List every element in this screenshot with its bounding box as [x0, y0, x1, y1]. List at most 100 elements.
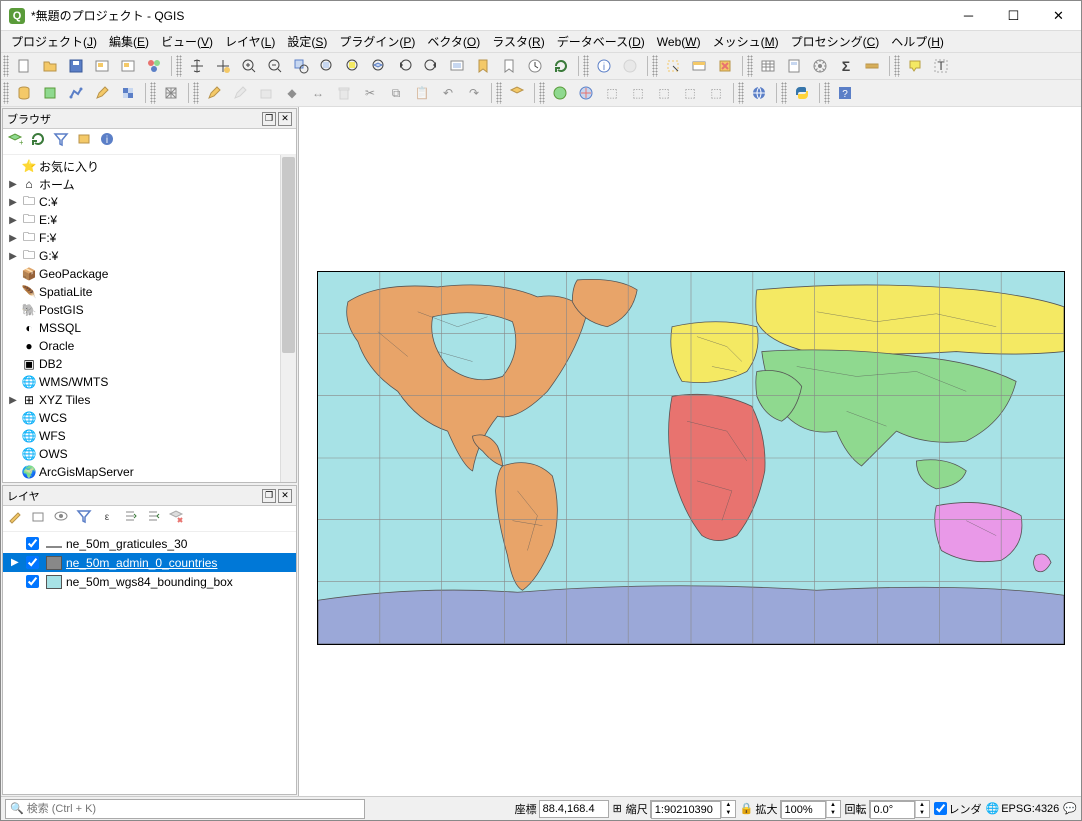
show-bookmarks-button[interactable]	[497, 54, 521, 78]
zoom-last-button[interactable]	[393, 54, 417, 78]
layer-visibility-checkbox[interactable]	[26, 556, 39, 569]
new-print-layout-button[interactable]	[90, 54, 114, 78]
close-button[interactable]: ✕	[1036, 1, 1081, 31]
menu-Web[interactable]: Web(W)	[651, 33, 707, 51]
layer-ne_50m_admin_0_countries[interactable]: ▶ne_50m_admin_0_countries	[3, 553, 296, 572]
toolbar-handle[interactable]	[539, 82, 545, 104]
add-raster-button[interactable]	[116, 81, 140, 105]
crs-button[interactable]: 🌐 EPSG:4326	[986, 802, 1060, 815]
browser-item-SpatiaLite[interactable]: 🪶SpatiaLite	[3, 283, 296, 301]
temporal-button[interactable]	[523, 54, 547, 78]
new-project-button[interactable]	[12, 54, 36, 78]
select-by-value-button[interactable]	[687, 54, 711, 78]
zoom-layer-button[interactable]	[367, 54, 391, 78]
zoom-native-button[interactable]	[289, 54, 313, 78]
move-feature-button[interactable]: ↔	[306, 81, 330, 105]
browser-item-Oracle[interactable]: ●Oracle	[3, 337, 296, 355]
browser-item-XYZ Tiles[interactable]: ▶⊞XYZ Tiles	[3, 391, 296, 409]
data-source-manager-button[interactable]	[12, 81, 36, 105]
expand-icon[interactable]: ▶	[7, 251, 19, 262]
toolbar-handle[interactable]	[824, 82, 830, 104]
save-edits-button[interactable]	[228, 81, 252, 105]
layer-visibility-checkbox[interactable]	[26, 575, 39, 588]
refresh-browser-button[interactable]	[30, 131, 52, 153]
layers-tree[interactable]: ne_50m_graticules_30▶ne_50m_admin_0_coun…	[3, 532, 296, 794]
help-button[interactable]: ?	[833, 81, 857, 105]
extents-icon[interactable]: ⊞	[613, 802, 622, 815]
deselect-all-button[interactable]	[713, 54, 737, 78]
cut-button[interactable]: ✂	[358, 81, 382, 105]
map-canvas[interactable]	[299, 107, 1081, 796]
open-attribute-table-button[interactable]	[756, 54, 780, 78]
zoom-in-button[interactable]	[237, 54, 261, 78]
open-project-button[interactable]	[38, 54, 62, 78]
expand-icon[interactable]: ▶	[7, 215, 19, 226]
browser-item-DB2[interactable]: ▣DB2	[3, 355, 296, 373]
panel-close-button[interactable]: ✕	[278, 112, 292, 126]
expand-icon[interactable]: ▶	[7, 395, 19, 406]
scale-input[interactable]: ▲▼	[650, 800, 736, 818]
properties-widget-button[interactable]: i	[99, 131, 121, 153]
filter-browser-button[interactable]	[53, 131, 75, 153]
menu-レイヤ[interactable]: レイヤ(L)	[219, 31, 281, 52]
toolbar-handle[interactable]	[193, 82, 199, 104]
manage-visibility-button[interactable]	[53, 508, 75, 530]
collapse-all-layers-button[interactable]	[145, 508, 167, 530]
browser-item-G:¥[interactable]: ▶🗀G:¥	[3, 247, 296, 265]
toolbar-handle[interactable]	[150, 82, 156, 104]
statistics-button[interactable]: Σ	[834, 54, 858, 78]
panel-close-button[interactable]: ✕	[278, 489, 292, 503]
tb2-g[interactable]: ⬚	[704, 81, 728, 105]
minimize-button[interactable]: ─	[946, 1, 991, 31]
text-annotation-button[interactable]: T	[929, 54, 953, 78]
browser-item-F:¥[interactable]: ▶🗀F:¥	[3, 229, 296, 247]
menu-データベース[interactable]: データベース(D)	[551, 31, 651, 52]
browser-tree[interactable]: ⭐お気に入り▶⌂ホーム▶🗀C:¥▶🗀E:¥▶🗀F:¥▶🗀G:¥📦GeoPacka…	[3, 155, 296, 482]
identify-button[interactable]: i	[592, 54, 616, 78]
toolbar-handle[interactable]	[496, 82, 502, 104]
maximize-button[interactable]: ☐	[991, 1, 1036, 31]
action-button[interactable]	[618, 54, 642, 78]
layout-manager-button[interactable]	[116, 54, 140, 78]
select-features-button[interactable]	[661, 54, 685, 78]
layer-ne_50m_wgs84_bounding_box[interactable]: ne_50m_wgs84_bounding_box	[3, 572, 296, 591]
browser-item-ArcGisMapServer[interactable]: 🌍ArcGisMapServer	[3, 463, 296, 481]
pan-to-selection-button[interactable]	[211, 54, 235, 78]
new-bookmark-button[interactable]	[471, 54, 495, 78]
locator-search[interactable]: 🔍	[5, 799, 365, 819]
new-geopackage-button[interactable]	[38, 81, 62, 105]
redo-button[interactable]: ↷	[462, 81, 486, 105]
layer-visibility-checkbox[interactable]	[26, 537, 39, 550]
edit-pencil-button[interactable]	[90, 81, 114, 105]
panel-undock-button[interactable]: ❐	[262, 112, 276, 126]
render-checkbox[interactable]	[934, 802, 947, 815]
remove-layer-button[interactable]	[168, 508, 190, 530]
toggle-editing-button[interactable]	[202, 81, 226, 105]
filter-legend-button[interactable]	[76, 508, 98, 530]
toolbar-handle[interactable]	[738, 82, 744, 104]
menu-メッシュ[interactable]: メッシュ(M)	[707, 31, 785, 52]
layer-styling-button[interactable]	[7, 508, 29, 530]
expand-icon[interactable]: ▶	[11, 557, 23, 568]
panel-undock-button[interactable]: ❐	[262, 489, 276, 503]
menu-ラスタ[interactable]: ラスタ(R)	[486, 31, 550, 52]
browser-item-WCS[interactable]: 🌐WCS	[3, 409, 296, 427]
toolbar-handle[interactable]	[652, 55, 658, 77]
toolbar-handle[interactable]	[781, 82, 787, 104]
zoom-full-button[interactable]	[315, 54, 339, 78]
new-map-view-button[interactable]	[445, 54, 469, 78]
zoom-selection-button[interactable]	[341, 54, 365, 78]
rotation-input[interactable]: ▲▼	[869, 800, 930, 818]
menu-ベクタ[interactable]: ベクタ(O)	[421, 31, 486, 52]
filter-expression-button[interactable]: ε	[99, 508, 121, 530]
zoom-out-button[interactable]	[263, 54, 287, 78]
pan-button[interactable]	[185, 54, 209, 78]
lock-icon[interactable]: 🔒	[740, 802, 754, 815]
save-project-button[interactable]	[64, 54, 88, 78]
add-vector-button[interactable]	[64, 81, 88, 105]
browser-item-WMS/WMTS[interactable]: 🌐WMS/WMTS	[3, 373, 296, 391]
maptips-button[interactable]	[903, 54, 927, 78]
measure-button[interactable]	[860, 54, 884, 78]
browser-item-PostGIS[interactable]: 🐘PostGIS	[3, 301, 296, 319]
virtual-layer-button[interactable]	[505, 81, 529, 105]
